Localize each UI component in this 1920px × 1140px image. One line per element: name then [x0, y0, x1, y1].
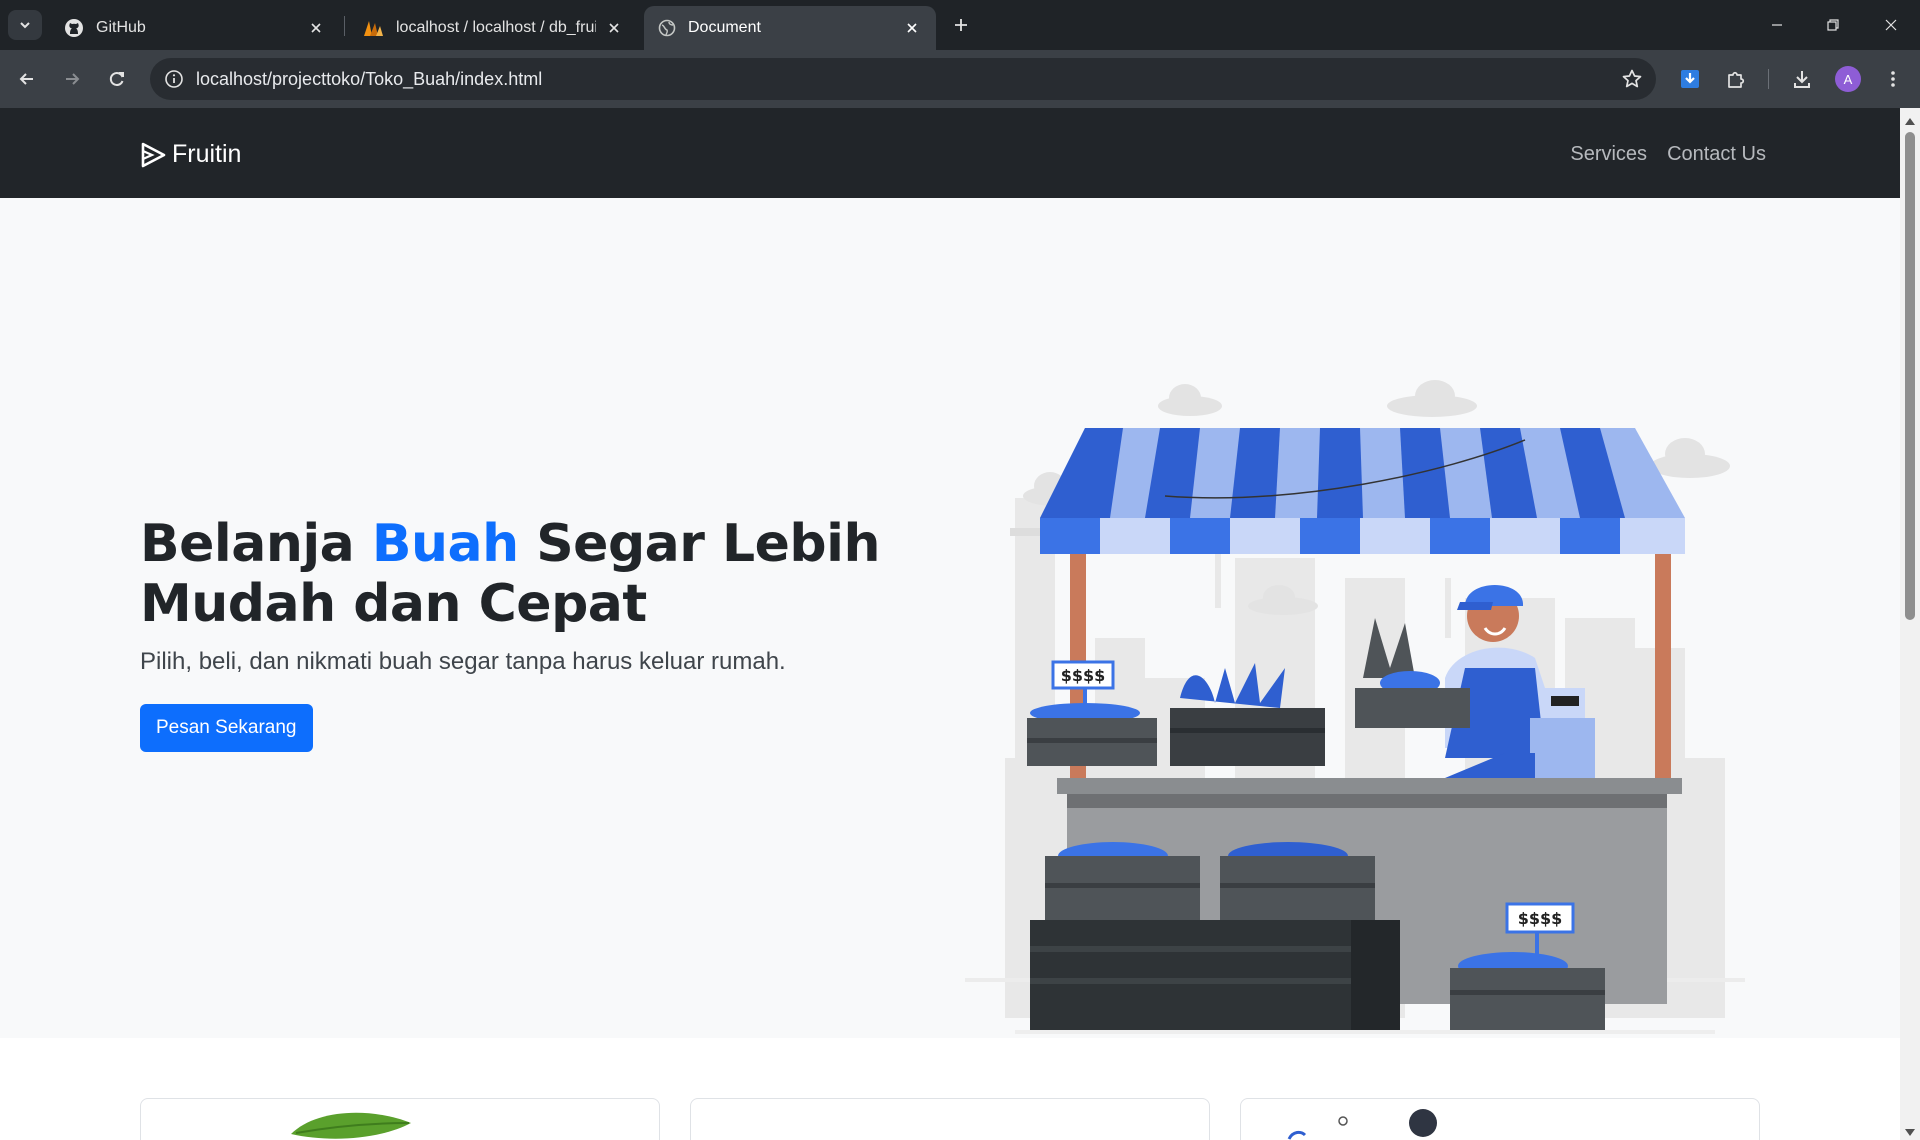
- service-card-2: [690, 1098, 1210, 1140]
- browser-tab-bar: GitHub localhost / localhost / db_fruiti…: [0, 0, 1920, 50]
- hero-title-accent: Buah: [371, 514, 519, 574]
- arrow-right-icon: [66, 73, 80, 85]
- order-now-button[interactable]: Pesan Sekarang: [140, 704, 313, 752]
- star-icon: [1622, 69, 1642, 88]
- reload-icon: [109, 72, 124, 86]
- extension-button[interactable]: [1672, 61, 1708, 97]
- tab-title: localhost / localhost / db_fruitin: [396, 19, 596, 36]
- page-viewport: Fruitin Services Contact Us Belanja Buah…: [0, 108, 1920, 1140]
- puzzle-icon: [1728, 71, 1745, 88]
- tab-separator: [344, 16, 345, 36]
- price-tag-2-text: $$$$: [1518, 909, 1563, 928]
- minimize-button[interactable]: [1754, 8, 1800, 42]
- plus-icon: [955, 19, 967, 31]
- tab-github[interactable]: GitHub: [50, 6, 340, 50]
- nav-link-contact[interactable]: Contact Us: [1667, 143, 1766, 166]
- browser-menu-button[interactable]: [1875, 61, 1911, 97]
- hero-section: Belanja Buah Segar Lebih Mudah dan Cepat…: [0, 198, 1900, 1038]
- play-logo-icon: [141, 142, 166, 167]
- price-tag-1-text: $$$$: [1061, 666, 1106, 685]
- reload-button[interactable]: [99, 61, 135, 97]
- address-bar[interactable]: localhost/projecttoko/Toko_Buah/index.ht…: [150, 58, 1656, 100]
- brand-name: Fruitin: [172, 140, 242, 168]
- downloads-button[interactable]: [1784, 61, 1820, 97]
- extensions-menu-button[interactable]: [1718, 61, 1754, 97]
- site-info-button[interactable]: [160, 65, 188, 93]
- globe-icon: [658, 19, 676, 37]
- browser-toolbar: localhost/projecttoko/Toko_Buah/index.ht…: [0, 50, 1920, 108]
- toolbar-separator: [1768, 69, 1769, 89]
- new-tab-button[interactable]: [946, 12, 976, 38]
- site-navbar: Fruitin Services Contact Us: [0, 108, 1900, 198]
- restore-button[interactable]: [1810, 8, 1856, 42]
- scrollbar-thumb[interactable]: [1905, 132, 1915, 620]
- tab-search-button[interactable]: [8, 10, 42, 40]
- service-card-1: [140, 1098, 660, 1140]
- close-icon: [1885, 19, 1897, 31]
- service-card-3: [1240, 1098, 1760, 1140]
- github-icon: [65, 19, 83, 37]
- nav-link-services[interactable]: Services: [1570, 143, 1647, 166]
- brand-link[interactable]: Fruitin: [140, 140, 241, 169]
- striped-awning: [1040, 428, 1685, 554]
- arrow-left-icon: [19, 73, 33, 85]
- services-section: [0, 1038, 1900, 1140]
- download-extension-icon: [1681, 70, 1699, 88]
- nav-links: Services Contact Us: [1570, 143, 1766, 166]
- scroll-up-arrow[interactable]: [1903, 114, 1917, 128]
- info-icon: [165, 70, 183, 88]
- fruit-stall-illustration: $$$$ $$$$: [965, 380, 1745, 1034]
- restore-icon: [1827, 19, 1839, 31]
- forward-button[interactable]: [54, 61, 90, 97]
- hero-title-start: Belanja: [140, 514, 372, 574]
- bookmark-button[interactable]: [1618, 65, 1646, 93]
- tab-title: Document: [688, 19, 761, 36]
- more-vertical-icon: [1891, 71, 1895, 87]
- leaf-image: [287, 1107, 515, 1140]
- close-tab-icon[interactable]: [306, 18, 326, 38]
- close-tab-icon[interactable]: [604, 18, 624, 38]
- phpmyadmin-icon: [364, 21, 383, 36]
- hero-subtitle: Pilih, beli, dan nikmati buah segar tanp…: [140, 648, 786, 675]
- close-tab-icon[interactable]: [902, 18, 922, 38]
- url-text[interactable]: localhost/projecttoko/Toko_Buah/index.ht…: [196, 69, 542, 90]
- back-button[interactable]: [9, 61, 45, 97]
- hero-title: Belanja Buah Segar Lebih Mudah dan Cepat: [140, 514, 940, 634]
- page-scrollbar[interactable]: [1900, 108, 1920, 1140]
- tab-phpmyadmin[interactable]: localhost / localhost / db_fruitin: [348, 6, 638, 50]
- download-icon: [1794, 71, 1810, 88]
- tab-document[interactable]: Document: [644, 6, 936, 50]
- profile-avatar[interactable]: A: [1835, 66, 1861, 92]
- close-window-button[interactable]: [1868, 8, 1914, 42]
- tab-title: GitHub: [96, 19, 146, 36]
- chevron-down-icon: [20, 22, 30, 29]
- scroll-down-arrow[interactable]: [1903, 1126, 1917, 1140]
- minimize-icon: [1772, 24, 1782, 26]
- person-illustration: [1287, 1109, 1437, 1140]
